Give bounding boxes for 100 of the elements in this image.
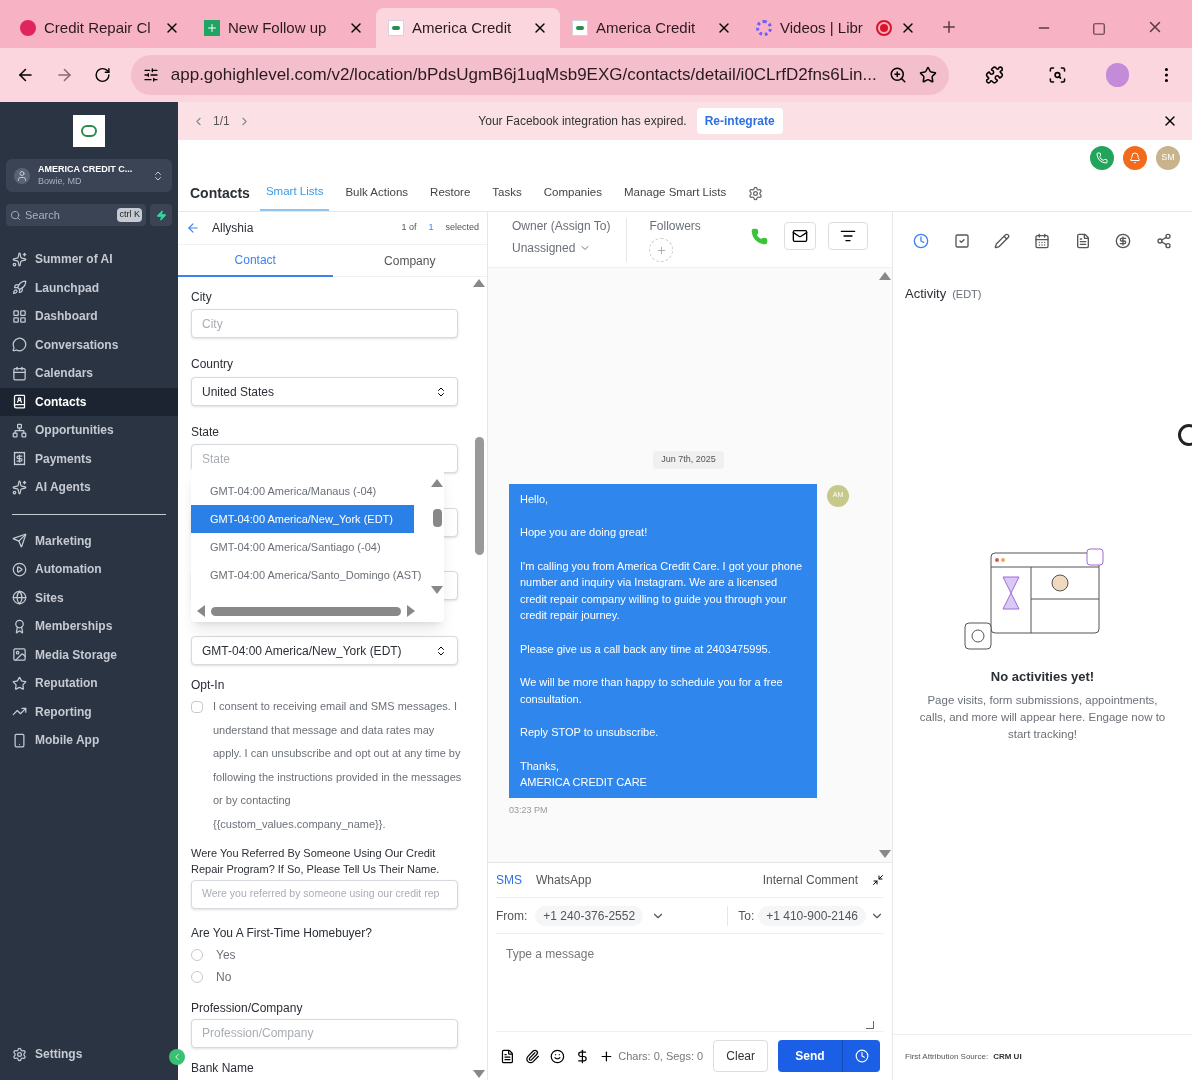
sidebar-item[interactable]: Calendars bbox=[0, 359, 178, 388]
bookmark-icon[interactable] bbox=[918, 66, 937, 84]
owner-select[interactable]: Unassigned bbox=[512, 240, 611, 256]
nav-tab[interactable]: Companies bbox=[543, 175, 602, 211]
notifications-button[interactable] bbox=[1123, 145, 1147, 170]
sidebar-item[interactable]: Contacts bbox=[0, 387, 178, 416]
timezone-option[interactable]: GMT-04:00 America/New_York (EDT) bbox=[191, 505, 414, 533]
message-paragraph: Hope you are doing great! bbox=[520, 525, 649, 540]
browser-tab[interactable]: Videos | Libr bbox=[744, 8, 928, 48]
sidebar-item[interactable]: Reputation bbox=[0, 669, 178, 698]
activity-tab-icon[interactable] bbox=[953, 233, 970, 249]
input-placeholder: Type a message bbox=[506, 946, 596, 962]
sidebar-item[interactable]: Summer of AI bbox=[0, 245, 178, 274]
activity-tab-icon[interactable] bbox=[913, 233, 930, 249]
collapse-icon[interactable] bbox=[872, 874, 884, 886]
filter-button[interactable] bbox=[828, 222, 868, 250]
scroll-down-icon[interactable] bbox=[431, 586, 443, 594]
browser-tab[interactable]: New Follow up bbox=[192, 8, 376, 48]
to-number[interactable]: +1 410-900-2146 bbox=[758, 905, 866, 926]
timezone-option[interactable]: GMT-04:00 America/Santiago (-04) bbox=[191, 533, 430, 561]
nav-label: Reporting bbox=[35, 703, 92, 720]
char-counter: Chars: 0, Segs: 0 bbox=[618, 1049, 704, 1064]
address-bar[interactable]: app.gohighlevel.com/v2/location/bPdsUgmB6j1uqMsb9EXG/contacts/detail/i0CLrfD2fns6Lin... bbox=[130, 55, 949, 95]
nav-icon bbox=[12, 561, 27, 577]
activity-tab-icon[interactable] bbox=[1155, 233, 1172, 249]
select-field[interactable]: United States bbox=[191, 377, 458, 406]
reintegrate-button[interactable]: Re-integrate bbox=[696, 108, 783, 134]
sidebar-item[interactable]: Launchpad bbox=[0, 273, 178, 302]
scrollbar-thumb[interactable] bbox=[432, 509, 442, 527]
sidebar-item[interactable]: Conversations bbox=[0, 330, 178, 359]
browser-tab[interactable]: Credit Repair Cl bbox=[8, 8, 192, 48]
settings-item[interactable]: Settings bbox=[35, 1046, 83, 1062]
activity-tab-icon[interactable] bbox=[994, 233, 1011, 249]
collapse-button[interactable] bbox=[169, 1049, 185, 1065]
field-label: Opt-In bbox=[191, 677, 226, 693]
scroll-up-icon[interactable] bbox=[431, 479, 443, 487]
nav-tab[interactable]: Manage Smart Lists bbox=[623, 175, 727, 211]
nav-tab[interactable]: Restore bbox=[430, 175, 471, 211]
sidebar-item[interactable]: Media Storage bbox=[0, 640, 178, 669]
activity-tab-icon[interactable] bbox=[1074, 233, 1091, 249]
clear-button[interactable]: Clear bbox=[713, 1040, 768, 1072]
search-field[interactable]: Search ctrl K bbox=[6, 204, 146, 226]
sidebar-item[interactable]: Payments bbox=[0, 444, 178, 473]
account-switcher[interactable]: AMERICA CREDIT C... Bowie, MD bbox=[6, 159, 172, 192]
sidebar-item[interactable]: AI Agents bbox=[0, 473, 178, 502]
zoom-icon[interactable] bbox=[888, 66, 907, 84]
timezone-option[interactable]: GMT-04:00 America/Manaus (-04) bbox=[191, 477, 430, 505]
panel-tab[interactable]: Contact bbox=[178, 245, 333, 277]
reload-icon[interactable] bbox=[93, 66, 111, 84]
site-info-icon[interactable] bbox=[142, 67, 159, 83]
channel-tab[interactable]: SMS bbox=[496, 872, 522, 888]
emoji-icon[interactable] bbox=[549, 1048, 565, 1064]
logo bbox=[73, 115, 105, 147]
horizontal-scrollbar-thumb[interactable] bbox=[211, 606, 401, 616]
to-label: To: bbox=[738, 907, 755, 924]
call-button[interactable] bbox=[1090, 145, 1114, 170]
sidebar-item[interactable]: Marketing bbox=[0, 526, 178, 555]
activity-tab-icon[interactable] bbox=[1034, 233, 1051, 249]
channel-tab[interactable]: WhatsApp bbox=[536, 872, 592, 888]
quick-action-button[interactable] bbox=[150, 204, 172, 226]
nav-label: Conversations bbox=[35, 336, 119, 353]
field-placeholder: Were you referred by someone using our credit rep bbox=[202, 886, 440, 902]
lens-icon[interactable] bbox=[1047, 65, 1067, 85]
new-tab-icon[interactable] bbox=[940, 18, 958, 36]
sidebar-item[interactable]: Opportunities bbox=[0, 416, 178, 445]
sidebar-item[interactable]: Sites bbox=[0, 583, 178, 612]
scrollbar-thumb[interactable] bbox=[474, 437, 484, 555]
message-input[interactable]: Type a message bbox=[496, 934, 884, 1032]
template-icon[interactable] bbox=[500, 1048, 515, 1064]
checkbox[interactable] bbox=[191, 701, 203, 713]
panel-tab[interactable]: Company bbox=[332, 245, 487, 277]
sidebar-item[interactable]: Memberships bbox=[0, 612, 178, 641]
extensions-icon[interactable] bbox=[984, 65, 1004, 85]
scroll-right-icon[interactable] bbox=[407, 605, 415, 617]
email-button[interactable] bbox=[784, 222, 816, 250]
internal-comment-tab[interactable]: Internal Comment bbox=[762, 872, 858, 888]
nav-icon bbox=[12, 590, 27, 606]
field-label: Profession/Company bbox=[191, 999, 304, 1016]
browser-tab[interactable]: America Credit bbox=[376, 8, 560, 48]
activity-tab-icon[interactable] bbox=[1115, 233, 1132, 249]
sidebar-item[interactable]: Reporting bbox=[0, 697, 178, 726]
nav-label: Reputation bbox=[35, 675, 98, 692]
scroll-up-icon[interactable] bbox=[879, 272, 891, 280]
nav-tab[interactable]: Tasks bbox=[492, 175, 522, 211]
attachment-icon[interactable] bbox=[524, 1048, 540, 1064]
nav-icon bbox=[12, 280, 27, 296]
nav-label: Opportunities bbox=[35, 422, 114, 439]
settings-icon[interactable] bbox=[748, 185, 764, 201]
resize-handle-icon[interactable] bbox=[866, 1021, 874, 1029]
select-icon bbox=[435, 385, 447, 398]
maximize-icon[interactable] bbox=[1092, 22, 1106, 36]
timezone-option[interactable]: GMT-04:00 America/Santo_Domingo (AST) bbox=[191, 561, 430, 589]
from-number[interactable]: +1 240-376-2552 bbox=[535, 905, 644, 926]
select-field[interactable]: GMT-04:00 America/New_York (EDT) bbox=[191, 636, 458, 665]
sidebar-item[interactable]: Automation bbox=[0, 555, 178, 584]
sidebar-item[interactable]: Dashboard bbox=[0, 302, 178, 331]
selection-count: 1 of bbox=[401, 221, 417, 235]
browser-tab[interactable]: America Credit bbox=[560, 8, 744, 48]
nav-tab[interactable]: Bulk Actions bbox=[345, 175, 409, 211]
sidebar-item[interactable]: Mobile App bbox=[0, 726, 178, 755]
